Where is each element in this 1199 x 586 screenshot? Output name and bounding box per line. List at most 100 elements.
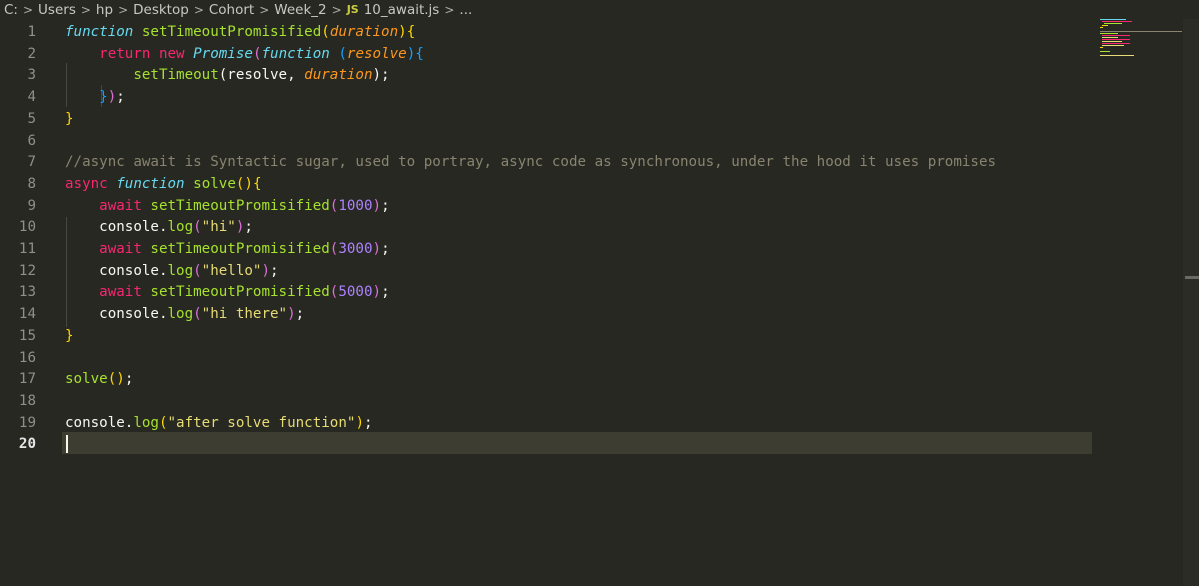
- code-token: log: [167, 219, 194, 236]
- minimap-line: [1102, 41, 1122, 42]
- minimap-line: [1100, 31, 1182, 32]
- code-token: setTimeoutPromisified: [150, 284, 330, 301]
- code-token: );: [372, 67, 390, 84]
- chevron-right-icon: >: [331, 2, 342, 17]
- code-token: duration: [304, 67, 373, 84]
- line-number: 3: [27, 67, 36, 84]
- breadcrumb-item-drive[interactable]: C:: [4, 2, 18, 18]
- code-token: ;: [381, 197, 390, 214]
- breadcrumb-item-hp[interactable]: hp: [96, 2, 113, 18]
- code-line[interactable]: 3 setTimeout(resolve, duration);: [0, 64, 1100, 86]
- code-token: ;: [381, 284, 390, 301]
- breadcrumb-item-week[interactable]: Week_2: [274, 2, 326, 18]
- line-number: 14: [18, 306, 36, 323]
- code-line[interactable]: 8 async function solve(){: [0, 173, 1100, 195]
- chevron-right-icon: >: [80, 2, 91, 17]
- breadcrumb-item-symbols[interactable]: ...: [459, 2, 472, 18]
- code-token: ): [372, 197, 382, 214]
- minimap-line: [1100, 19, 1126, 20]
- chevron-right-icon: >: [22, 2, 34, 17]
- code-token: (): [107, 371, 125, 388]
- line-code: setTimeout(resolve, duration);: [65, 64, 390, 86]
- code-line[interactable]: 6: [0, 130, 1100, 152]
- code-token: (: [193, 219, 202, 236]
- minimap-line: [1100, 27, 1103, 28]
- code-token: (: [193, 306, 202, 323]
- code-token: function: [116, 175, 185, 192]
- line-code: return new Promise(function (resolve){: [65, 43, 424, 65]
- breadcrumb-item-users[interactable]: Users: [38, 2, 76, 18]
- minimap-line: [1102, 43, 1130, 44]
- code-token: (: [329, 45, 347, 62]
- code-line[interactable]: 19 console.log("after solve function");: [0, 412, 1100, 434]
- code-token: 3000: [338, 241, 373, 257]
- code-line[interactable]: 14 console.log("hi there");: [0, 303, 1100, 325]
- code-line[interactable]: 20: [0, 433, 1100, 455]
- code-line[interactable]: 13 await setTimeoutPromisified(5000);: [0, 281, 1100, 303]
- line-number: 18: [18, 392, 36, 409]
- code-token: ): [107, 89, 117, 106]
- line-number: 4: [27, 89, 36, 106]
- code-token: }: [65, 89, 108, 106]
- minimap-line: [1100, 55, 1134, 56]
- code-token: console.: [65, 219, 168, 236]
- code-token: ): [261, 262, 271, 279]
- code-token: ): [355, 414, 364, 431]
- code-line[interactable]: 4 });: [0, 86, 1100, 108]
- breadcrumb-item-desktop[interactable]: Desktop: [133, 2, 189, 18]
- line-code: function setTimeoutPromisified(duration)…: [65, 21, 415, 43]
- code-line[interactable]: 18: [0, 390, 1100, 412]
- line-code: console.log("after solve function");: [65, 412, 373, 434]
- line-number: 10: [18, 219, 36, 236]
- line-number: 16: [18, 349, 36, 366]
- line-code: //async await is Syntactic sugar, used t…: [65, 151, 996, 173]
- code-line[interactable]: 5}: [0, 108, 1100, 130]
- code-line[interactable]: 15}: [0, 325, 1100, 347]
- minimap-line: [1102, 45, 1124, 46]
- code-token: log: [133, 414, 159, 431]
- vertical-scrollbar[interactable]: [1183, 19, 1199, 586]
- line-number: 2: [27, 45, 36, 62]
- code-token: "hi there": [201, 306, 288, 323]
- code-token: ;: [270, 262, 279, 279]
- code-editor[interactable]: 1 function setTimeoutPromisified(duration…: [0, 19, 1199, 586]
- breadcrumb-item-cohort[interactable]: Cohort: [209, 2, 254, 18]
- line-number: 19: [18, 414, 36, 431]
- minimap-line: [1102, 37, 1118, 38]
- line-code: await setTimeoutPromisified(1000);: [65, 195, 390, 217]
- code-token: async: [65, 175, 108, 192]
- breadcrumb-item-file[interactable]: 10_await.js: [364, 2, 440, 18]
- minimap-line: [1100, 47, 1103, 48]
- line-code: await setTimeoutPromisified(3000);: [65, 238, 389, 260]
- code-line[interactable]: 10 console.log("hi");: [0, 216, 1100, 238]
- code-token: duration: [329, 24, 399, 40]
- line-code: console.log("hi there");: [65, 303, 304, 325]
- code-token: ): [372, 241, 382, 257]
- code-line[interactable]: 9 await setTimeoutPromisified(1000);: [0, 195, 1100, 217]
- line-code: console.log("hi");: [65, 216, 253, 238]
- code-token: log: [167, 306, 194, 323]
- code-token: 1000: [338, 197, 373, 214]
- code-line[interactable]: 1 function setTimeoutPromisified(duration…: [0, 21, 1100, 43]
- minimap-line: [1102, 21, 1132, 22]
- line-number: 17: [18, 371, 36, 388]
- line-number: 7: [27, 154, 36, 171]
- minimap-line: [1104, 23, 1122, 24]
- scrollbar-thumb[interactable]: [1185, 276, 1199, 279]
- code-token: (: [193, 262, 202, 279]
- code-line[interactable]: 16: [0, 347, 1100, 369]
- code-line[interactable]: 7 //async await is Syntactic sugar, used …: [0, 151, 1100, 173]
- code-token: Promise: [193, 45, 253, 62]
- line-code: console.log("hello");: [65, 260, 279, 282]
- minimap[interactable]: [1094, 19, 1184, 59]
- minimap-line: [1102, 25, 1108, 26]
- code-line[interactable]: 17 solve();: [0, 368, 1100, 390]
- code-token: (resolve,: [218, 67, 305, 84]
- code-line[interactable]: 11 await setTimeoutPromisified(3000);: [0, 238, 1100, 260]
- code-token: ;: [124, 371, 134, 388]
- code-token: solve: [193, 175, 236, 192]
- code-line[interactable]: 2 return new Promise(function (resolve){: [0, 43, 1100, 65]
- code-line[interactable]: 12 console.log("hello");: [0, 260, 1100, 282]
